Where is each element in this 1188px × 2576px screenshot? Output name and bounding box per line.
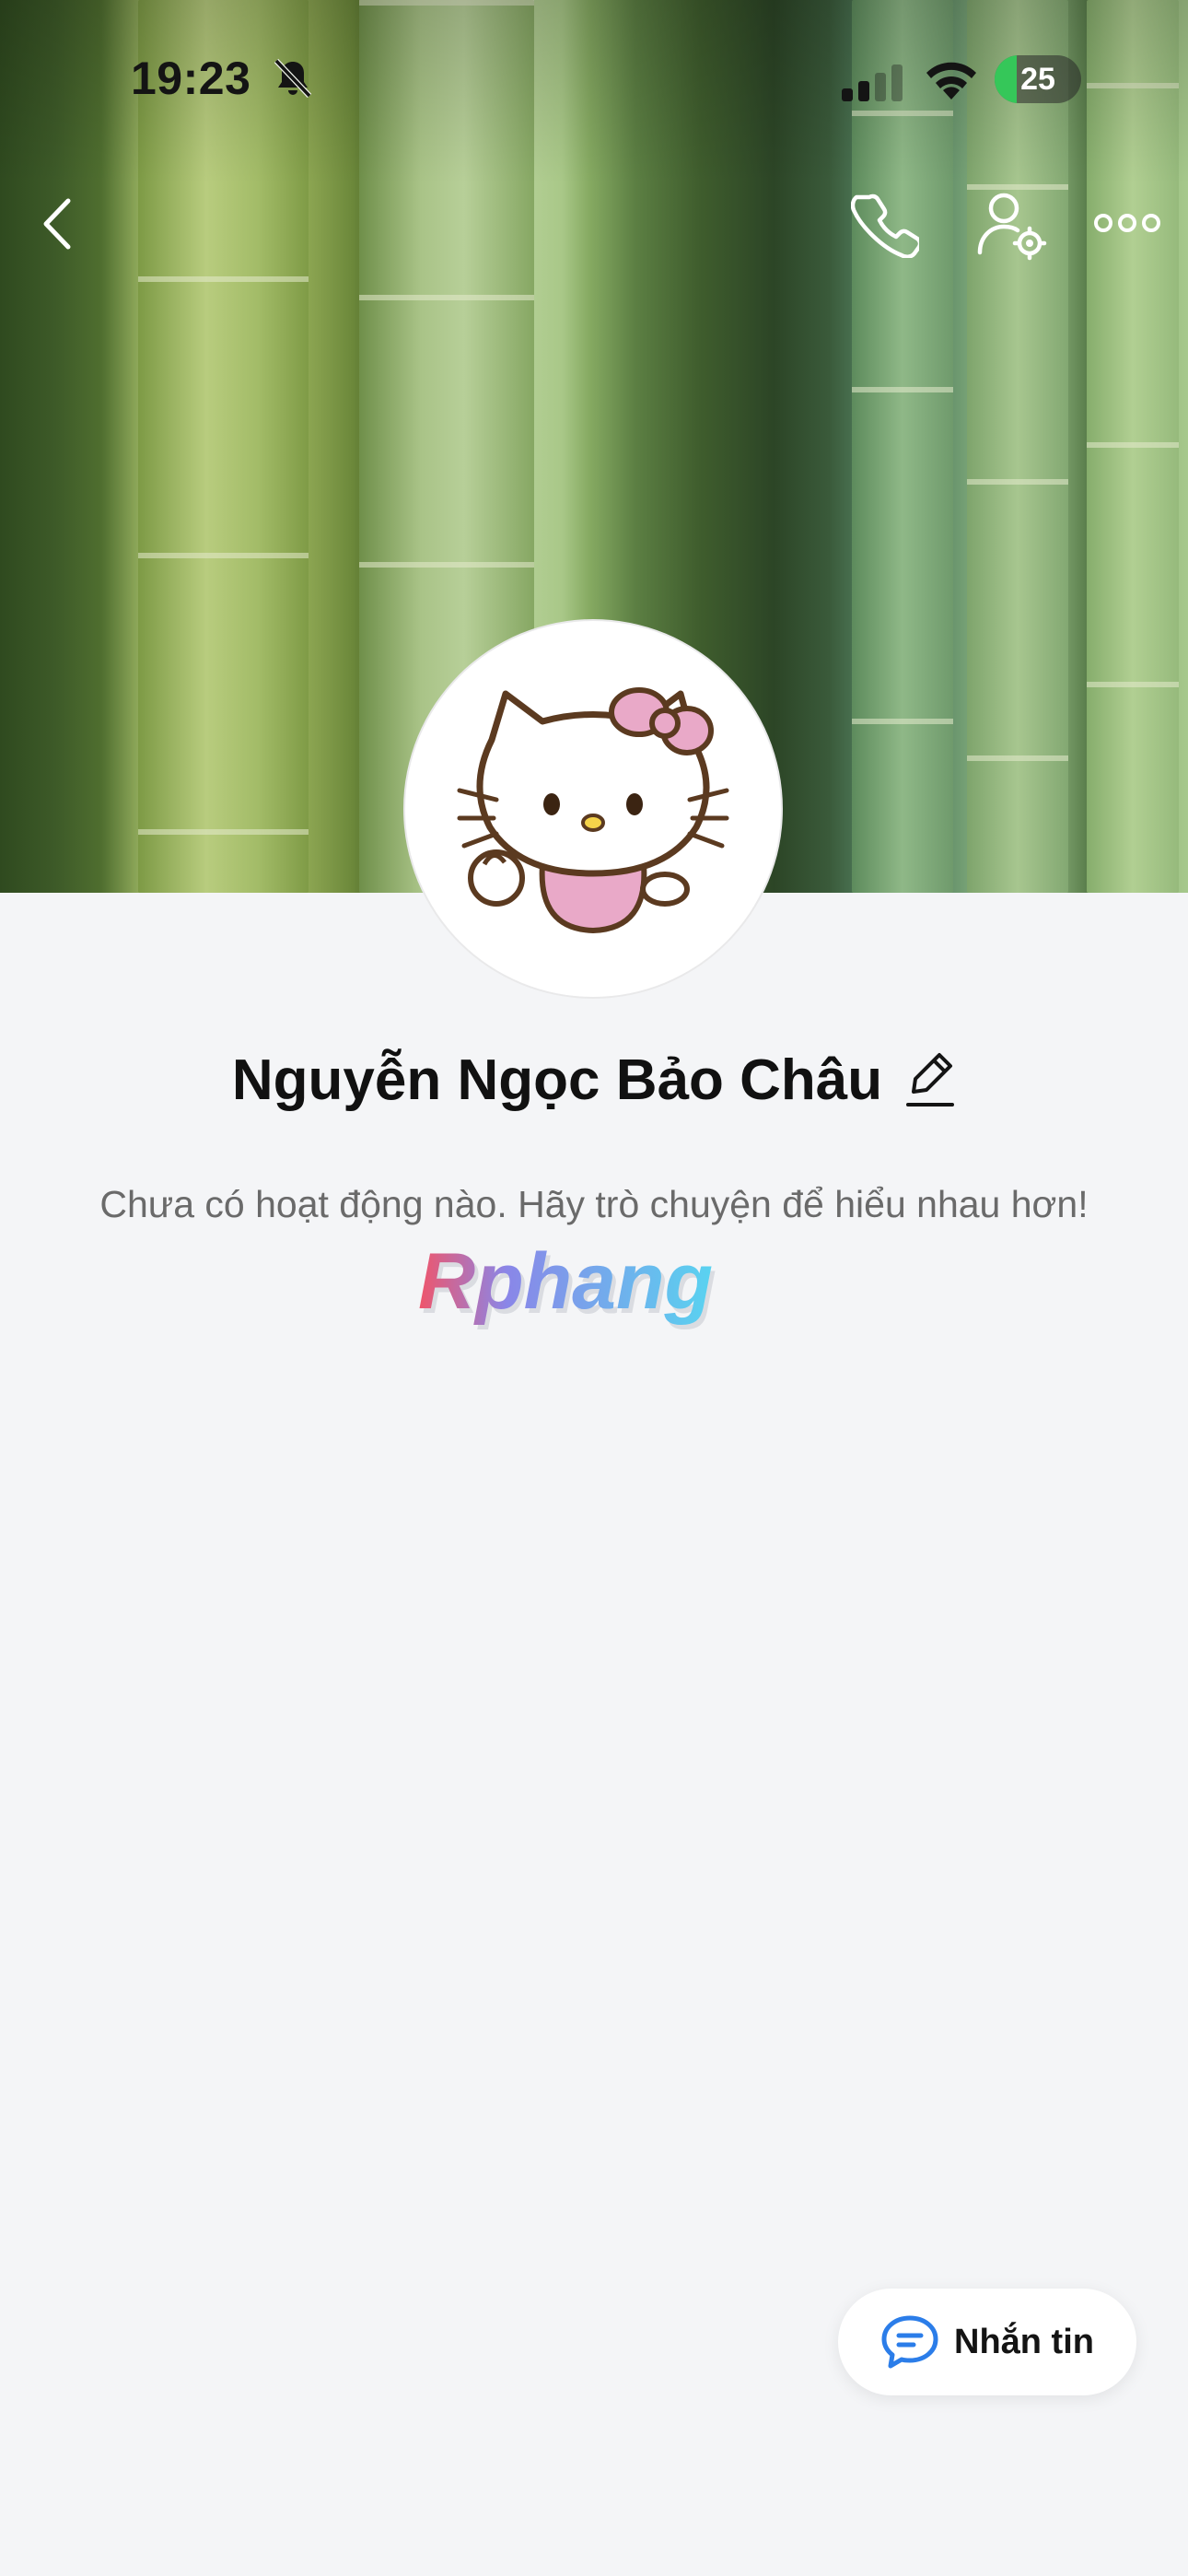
status-time: 19:23 [131,53,251,104]
send-message-label: Nhắn tin [954,2322,1094,2361]
watermark-logo: Rphang Rphang [418,1240,716,1330]
profile-name-row: Nguyễn Ngọc Bảo Châu [0,1041,1188,1118]
more-options-button[interactable] [1094,205,1160,241]
user-settings-button[interactable] [974,188,1048,262]
hello-kitty-avatar-icon [457,687,729,934]
watermark-text: Rphang [418,1240,713,1326]
edit-name-icon[interactable] [904,1051,956,1108]
call-button[interactable] [851,190,919,258]
send-message-button[interactable]: Nhắn tin [838,2289,1136,2395]
profile-avatar[interactable] [405,621,781,997]
wifi-icon [926,62,976,100]
profile-name: Nguyễn Ngọc Bảo Châu [231,1048,883,1112]
empty-activity-message: Chưa có hoạt động nào. Hãy trò chuyện để… [99,1183,1089,1225]
battery-level: 25 [1020,61,1055,97]
bell-off-icon [274,58,312,99]
back-button[interactable] [33,195,83,252]
battery-indicator: 25 [995,55,1081,103]
chat-bubble-icon [881,2315,938,2369]
cellular-signal-icon [842,64,903,101]
